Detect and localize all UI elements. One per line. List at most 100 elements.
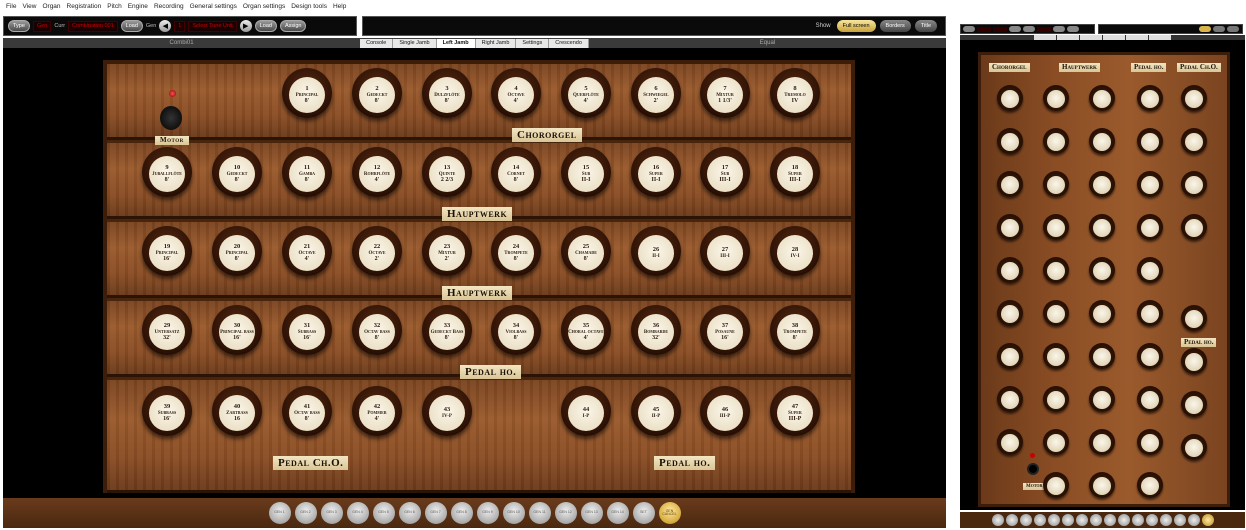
stop-knob[interactable]: 29 Untersatz 32' [142,305,192,355]
preview-stop-knob[interactable] [997,214,1023,240]
stop-knob[interactable]: 7 Mixtur 1 1/3' [700,68,750,118]
preview-piston[interactable] [1005,514,1018,526]
preview-stop-knob[interactable] [1181,434,1207,460]
stop-knob[interactable]: 28 IV-I [770,226,820,276]
preview-stop-knob[interactable] [1137,85,1163,111]
preview-stop-knob[interactable] [997,85,1023,111]
menu-design-tools[interactable]: Design tools [291,3,327,10]
tab-left-jamb[interactable]: Left Jamb [436,38,476,48]
preview-stop-knob[interactable] [1089,343,1115,369]
preview-stop-knob[interactable] [1089,128,1115,154]
stop-knob[interactable]: 44 I-P [561,386,611,436]
stop-knob[interactable]: 12 Rohrflöte 4' [352,147,402,197]
preview-stop-knob[interactable] [1043,171,1069,197]
general-piston[interactable]: GEN 11 [528,502,551,524]
preview-piston[interactable] [1019,514,1032,526]
borders-button[interactable]: Borders [879,20,911,32]
stop-knob[interactable]: 45 II-P [631,386,681,436]
general-piston[interactable]: GEN 3 [320,502,343,524]
preview-stop-knob[interactable] [1043,257,1069,283]
preview-piston[interactable] [1131,514,1144,526]
preview-stop-knob[interactable] [1089,429,1115,455]
menu-organ[interactable]: Organ [42,3,60,10]
stop-knob[interactable]: 19 Principal 16' [142,226,192,276]
preview-piston[interactable] [1187,514,1200,526]
preview-stop-knob[interactable] [997,386,1023,412]
stop-knob[interactable]: 36 Bombarde 32' [631,305,681,355]
stop-knob[interactable]: 11 Gamba 8' [282,147,332,197]
fullscreen-button[interactable]: Full screen [836,20,876,32]
preview-piston[interactable] [1145,514,1158,526]
general-piston[interactable]: GEN 12 [554,502,577,524]
preview-stop-knob[interactable] [1043,472,1069,498]
stop-knob[interactable]: 4 Octave 4' [491,68,541,118]
preview-piston[interactable] [1047,514,1060,526]
stop-knob[interactable]: 10 Gedeckt 8' [212,147,262,197]
preview-piston[interactable] [991,514,1004,526]
general-piston[interactable]: GEN 2 [294,502,317,524]
stop-knob[interactable]: 3 Dulzflöte 8' [422,68,472,118]
stop-knob[interactable]: 24 Trompete 8' [491,226,541,276]
menu-view[interactable]: View [22,3,36,10]
menu-general-settings[interactable]: General settings [190,3,237,10]
motor-switch[interactable] [160,106,182,130]
assign-button[interactable]: Assign [279,20,307,32]
preview-stop-knob[interactable] [1089,171,1115,197]
general-piston[interactable]: GEN 7 [424,502,447,524]
preview-stop-knob[interactable] [1137,214,1163,240]
preview-stop-knob[interactable] [1181,171,1207,197]
preview-piston[interactable] [1089,514,1102,526]
tab-single-jamb[interactable]: Single Jamb [393,38,437,48]
general-piston[interactable]: GEN 9 [476,502,499,524]
stop-knob[interactable]: 39 Subbass 16' [142,386,192,436]
preview-piston[interactable] [1117,514,1130,526]
preview-stop-knob[interactable] [1137,386,1163,412]
preview-stop-knob[interactable] [1043,85,1069,111]
type-button[interactable]: Type [8,20,30,32]
preview-stop-knob[interactable] [997,171,1023,197]
stop-knob[interactable]: 18 Super III-I [770,147,820,197]
previous-arrow-icon[interactable]: ◀ [159,20,172,32]
tab-crescendo[interactable]: Crescendo [549,38,589,48]
general-piston[interactable]: GEN 6 [398,502,421,524]
tab-console[interactable]: Console [360,38,394,48]
preview-stop-knob[interactable] [1043,300,1069,326]
general-piston[interactable]: GEN 10 [502,502,525,524]
stop-knob[interactable]: 15 Sub II-I [561,147,611,197]
stop-knob[interactable]: 6 Schwiegel 2' [631,68,681,118]
stop-knob[interactable]: 2 Gedeckt 8' [352,68,402,118]
menu-engine[interactable]: Engine [128,3,148,10]
preview-stop-knob[interactable] [997,429,1023,455]
general-piston[interactable]: GEN 8 [450,502,473,524]
preview-piston[interactable] [1159,514,1172,526]
preview-stop-knob[interactable] [1043,429,1069,455]
preview-stop-knob[interactable] [1181,85,1207,111]
stop-knob[interactable]: 41 Octav bass 8' [282,386,332,436]
preview-stop-knob[interactable] [1089,257,1115,283]
menu-registration[interactable]: Registration [67,3,102,10]
stop-knob[interactable]: 37 Posaune 16' [700,305,750,355]
preview-piston[interactable] [1173,514,1186,526]
preview-stop-knob[interactable] [1137,472,1163,498]
stop-knob[interactable]: 23 Mixtur 2' [422,226,472,276]
preview-piston[interactable] [1103,514,1116,526]
stop-knob[interactable]: 46 III-P [700,386,750,436]
preview-stop-knob[interactable] [997,300,1023,326]
stop-knob[interactable]: 22 Octave 2' [352,226,402,276]
preview-stop-knob[interactable] [1181,214,1207,240]
next-arrow-icon[interactable]: ▶ [239,20,252,32]
general-piston[interactable]: GEN 14 [606,502,629,524]
stop-knob[interactable]: 27 III-I [700,226,750,276]
stop-knob[interactable]: 8 Tremolo IV [770,68,820,118]
preview-stop-knob[interactable] [1137,171,1163,197]
preview-stop-knob[interactable] [1137,300,1163,326]
stop-knob[interactable]: 26 II-I [631,226,681,276]
stop-knob[interactable]: 9 Juballflöte 8' [142,147,192,197]
general-piston[interactable]: GEN 4 [346,502,369,524]
preview-stop-knob[interactable] [1181,128,1207,154]
general-piston[interactable]: GEN 13 [580,502,603,524]
stop-knob[interactable]: 20 Principal 8' [212,226,262,276]
stop-knob[interactable]: 43 IV-P [422,386,472,436]
menu-pitch[interactable]: Pitch [107,3,121,10]
stop-knob[interactable]: 31 Subbass 16' [282,305,332,355]
